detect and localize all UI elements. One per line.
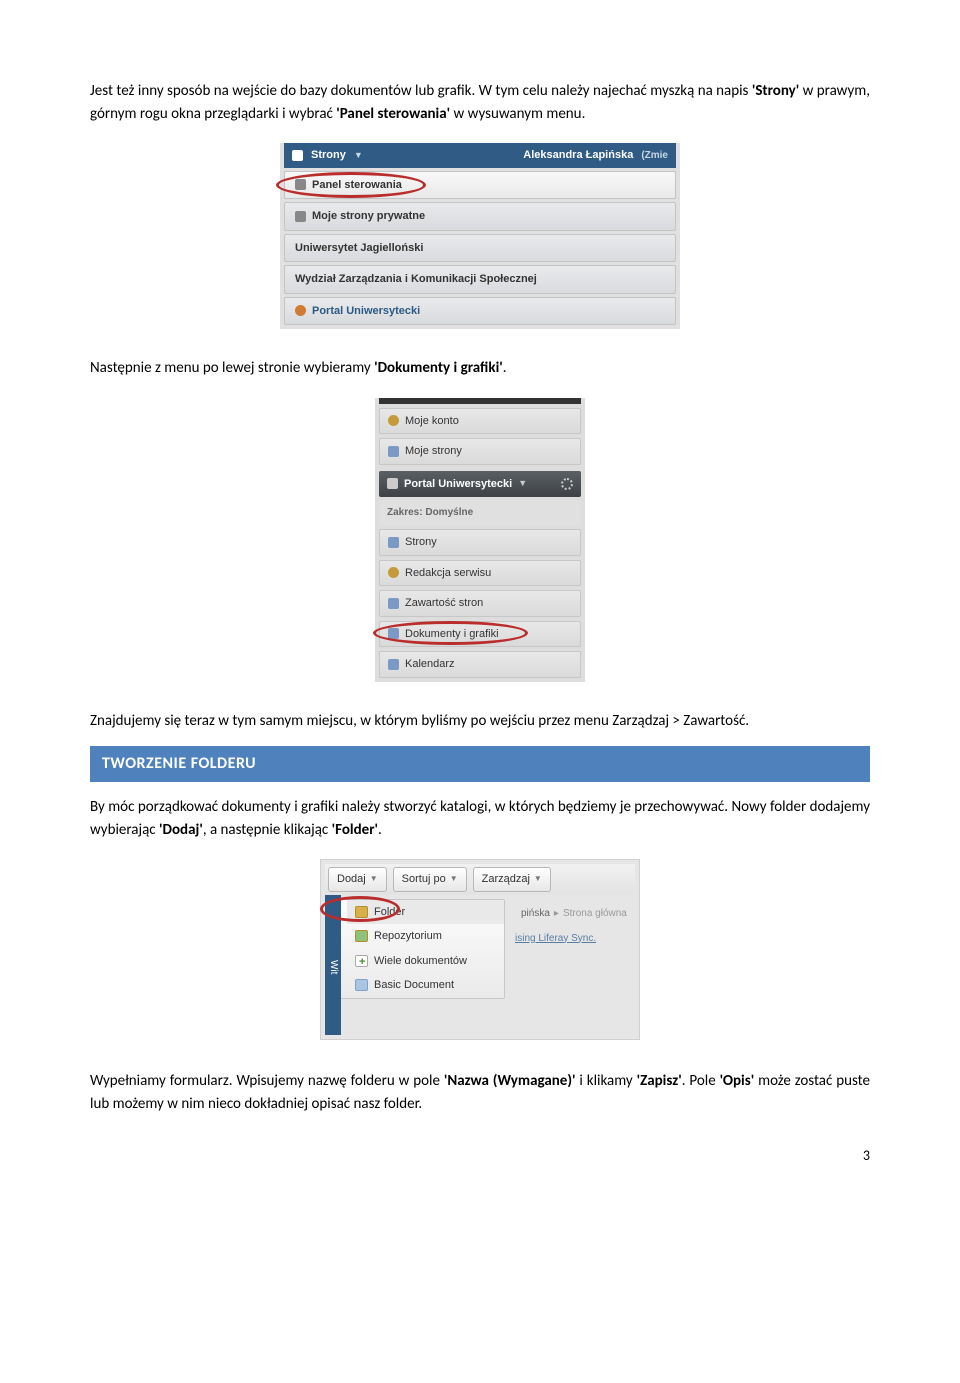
section-heading-folder: TWORZENIE FOLDERU — [90, 746, 870, 782]
dropdown-item[interactable]: Wiele dokumentów — [347, 949, 504, 974]
sidebar-label: Kalendarz — [405, 656, 455, 673]
sidebar-label: Redakcja serwisu — [405, 565, 491, 582]
sidebar-label: Moje strony — [405, 443, 462, 460]
text-bold: 'Dodaj' — [159, 821, 203, 839]
sidebar-item[interactable]: Kalendarz — [379, 651, 581, 678]
calendar-icon — [388, 659, 399, 670]
sidebar-item[interactable]: Strony — [379, 529, 581, 556]
dropdown-menu: Folder Repozytorium Wiele dokumentów Bas… — [325, 899, 505, 999]
menu-label: Uniwersytet Jagielloński — [295, 240, 423, 257]
repo-icon — [355, 930, 368, 942]
chevron-down-icon: ▼ — [354, 149, 363, 163]
sort-button[interactable]: Sortuj po ▼ — [393, 867, 467, 892]
text-bold: 'Strony' — [752, 82, 799, 100]
highlight-ellipse — [373, 621, 528, 645]
text: Wypełniamy formularz. Wpisujemy nazwę fo… — [90, 1072, 444, 1090]
user-icon — [388, 415, 399, 426]
dropdown-label: Basic Document — [374, 977, 454, 994]
sidebar-label: Strony — [405, 534, 437, 551]
topbar-home-label[interactable]: Strony — [311, 147, 346, 164]
gear-icon[interactable] — [561, 478, 573, 490]
breadcrumb-part[interactable]: Strona główna — [563, 906, 627, 921]
scope-label[interactable]: Zakres: Domyślne — [379, 500, 581, 525]
user-name[interactable]: Aleksandra Łapińska — [523, 147, 633, 164]
dropdown-item[interactable]: Basic Document — [347, 973, 504, 998]
sidebar-item[interactable]: Zawartość stron — [379, 590, 581, 617]
chevron-down-icon: ▼ — [518, 477, 527, 491]
user-role: (Zmie — [641, 148, 668, 163]
manage-button[interactable]: Zarządzaj ▼ — [473, 867, 551, 892]
content-icon — [388, 598, 399, 609]
figure-add-folder: Dodaj ▼ Sortuj po ▼ Zarządzaj ▼ Wit Fold… — [90, 859, 870, 1042]
text-bold: 'Folder' — [332, 821, 378, 839]
sidebar-label: Zawartość stron — [405, 595, 483, 612]
sidebar-item[interactable]: Moje strony — [379, 438, 581, 465]
home-icon — [292, 150, 303, 161]
text: w wysuwanym menu. — [450, 105, 585, 123]
paragraph-folder-intro: By móc porządkować dokumenty i grafiki n… — [90, 796, 870, 841]
editor-icon — [388, 567, 399, 578]
text: Następnie z menu po lewej stronie wybier… — [90, 359, 374, 377]
paragraph-form: Wypełniamy formularz. Wpisujemy nazwę fo… — [90, 1070, 870, 1115]
star-icon — [295, 305, 306, 316]
paragraph-step2: Następnie z menu po lewej stronie wybier… — [90, 357, 870, 380]
figure-left-menu: Moje konto Moje strony Portal Uniwersyte… — [90, 398, 870, 682]
figure-top-menu: Strony ▼ Aleksandra Łapińska (Zmie Panel… — [90, 143, 870, 329]
breadcrumb-part: pińska — [521, 906, 550, 921]
group-icon — [387, 478, 398, 489]
text-bold: 'Panel sterowania' — [336, 105, 450, 123]
text: . — [503, 359, 507, 377]
button-label: Dodaj — [337, 871, 366, 888]
text: . — [378, 821, 382, 839]
sidebar-item[interactable]: Moje konto — [379, 408, 581, 435]
text: . Pole — [682, 1072, 720, 1090]
liferay-sync-link[interactable]: ising Liferay Sync. — [515, 933, 596, 944]
sidebar-section-header[interactable]: Portal Uniwersytecki ▼ — [379, 471, 581, 498]
sidebar-label: Moje konto — [405, 413, 459, 430]
paragraph-intro: Jest też inny sposób na wejście do bazy … — [90, 80, 870, 125]
figure-dark-strip — [379, 398, 581, 404]
highlight-ellipse — [276, 172, 426, 198]
chevron-down-icon: ▼ — [450, 873, 458, 885]
toolbar: Dodaj ▼ Sortuj po ▼ Zarządzaj ▼ — [325, 864, 635, 895]
menu-label: Portal Uniwersytecki — [312, 303, 420, 320]
dropdown-item[interactable]: Repozytorium — [347, 924, 504, 949]
text: , a następnie klikając — [203, 821, 332, 839]
text-bold: 'Opis' — [720, 1072, 755, 1090]
document-icon — [355, 979, 368, 991]
breadcrumb-sep: ▸ — [554, 906, 559, 921]
paragraph-result: Znajdujemy się teraz w tym samym miejscu… — [90, 710, 870, 733]
text-bold: 'Dokumenty i grafiki' — [374, 359, 503, 377]
text-bold: 'Nazwa (Wymagane)' — [444, 1072, 576, 1090]
pages-icon — [388, 446, 399, 457]
menu-item[interactable]: Uniwersytet Jagielloński — [284, 234, 676, 263]
add-many-icon — [355, 955, 368, 967]
text: Jest też inny sposób na wejście do bazy … — [90, 82, 752, 100]
breadcrumb: pińska ▸ Strona główna — [515, 903, 635, 924]
menu-item[interactable]: Wydział Zarządzania i Komunikacji Społec… — [284, 265, 676, 294]
dropdown-label: Wiele dokumentów — [374, 953, 467, 970]
dropdown-label: Repozytorium — [374, 928, 442, 945]
text: i klikamy — [576, 1072, 637, 1090]
menu-label: Moje strony prywatne — [312, 208, 425, 225]
page-number: 3 — [90, 1145, 870, 1166]
sidebar-item[interactable]: Redakcja serwisu — [379, 560, 581, 587]
sidebar-section-label: Portal Uniwersytecki — [404, 476, 512, 493]
button-label: Zarządzaj — [482, 871, 530, 888]
pages-icon — [295, 211, 306, 222]
text-bold: 'Zapisz' — [637, 1072, 682, 1090]
add-button[interactable]: Dodaj ▼ — [328, 867, 387, 892]
topbar: Strony ▼ Aleksandra Łapińska (Zmie — [284, 143, 676, 168]
menu-label: Wydział Zarządzania i Komunikacji Społec… — [295, 271, 537, 288]
chevron-down-icon: ▼ — [370, 873, 378, 885]
chevron-down-icon: ▼ — [534, 873, 542, 885]
button-label: Sortuj po — [402, 871, 446, 888]
menu-item[interactable]: Moje strony prywatne — [284, 202, 676, 231]
page-icon — [388, 537, 399, 548]
menu-item[interactable]: Portal Uniwersytecki — [284, 297, 676, 326]
